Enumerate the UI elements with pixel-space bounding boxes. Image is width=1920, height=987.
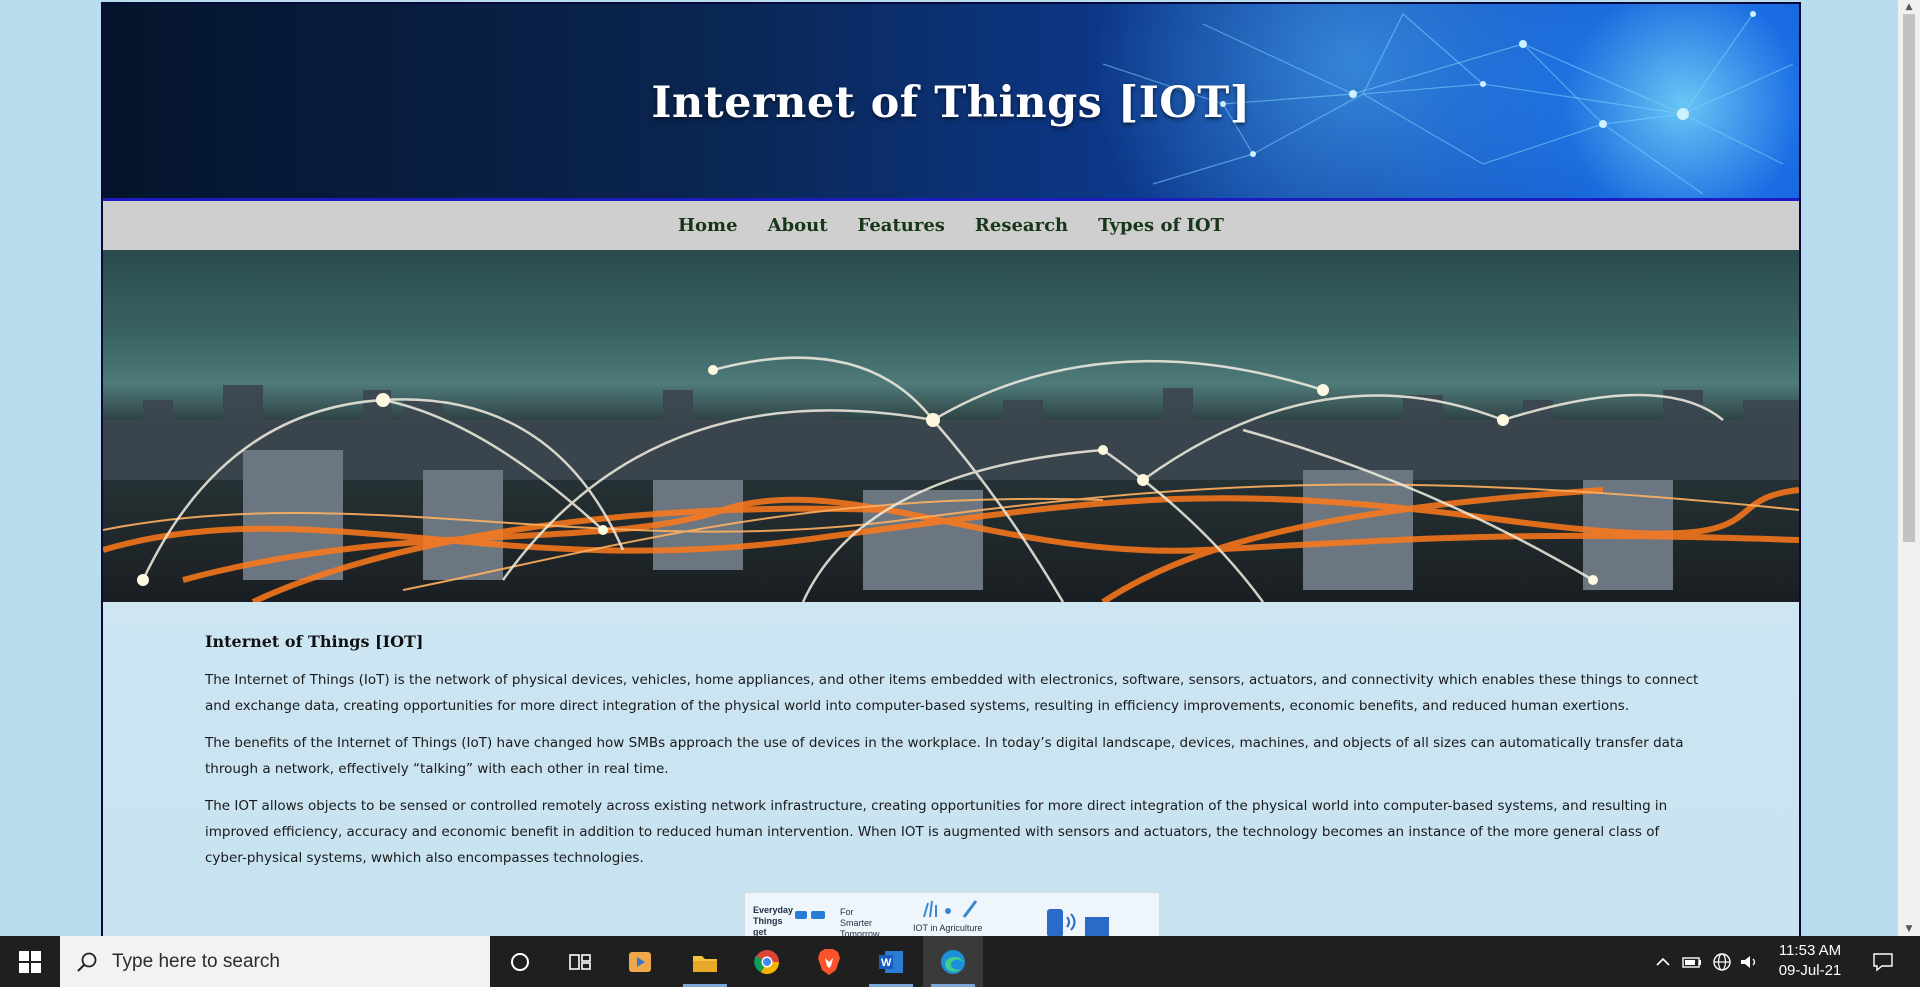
nav-types-of-iot[interactable]: Types of IOT	[1083, 215, 1239, 236]
network-globe-icon[interactable]	[1710, 936, 1734, 987]
header-banner: Internet of Things [IOT]	[103, 4, 1799, 201]
task-view-icon[interactable]	[550, 936, 610, 987]
file-explorer-icon[interactable]	[675, 936, 735, 987]
show-hidden-icons-chevron-icon[interactable]	[1652, 936, 1674, 987]
system-clock[interactable]: 11:53 AM 09-Jul-21	[1765, 941, 1855, 981]
word-icon[interactable]: W	[861, 936, 921, 987]
brave-icon[interactable]	[799, 936, 859, 987]
paragraph-intro: The Internet of Things (IoT) is the netw…	[205, 672, 1699, 714]
chrome-icon[interactable]	[737, 936, 797, 987]
windows-start-icon[interactable]	[0, 936, 60, 987]
page-title: Internet of Things [IOT]	[651, 78, 1251, 128]
smartphone-icon	[1045, 907, 1115, 937]
paragraph-benefits: The benefits of the Internet of Things (…	[205, 735, 1684, 777]
infographic-label-tomorrow: For Smarter Tomorrow	[840, 907, 880, 938]
nav-features[interactable]: Features	[843, 215, 960, 236]
scroll-up-icon[interactable]: ▲	[1898, 0, 1920, 14]
windows-taskbar: Type here to search W 11:53 AM 09-Jul-21	[0, 936, 1920, 987]
clock-date: 09-Jul-21	[1778, 962, 1842, 979]
nav-research[interactable]: Research	[960, 215, 1083, 236]
infographic-label-agriculture: IOT in Agriculture	[913, 923, 983, 933]
hero-city-image	[103, 250, 1799, 602]
clock-time: 11:53 AM	[1778, 942, 1842, 959]
edge-icon[interactable]	[923, 936, 983, 987]
scrollbar-thumb[interactable]	[1903, 14, 1915, 542]
main-nav: Home About Features Research Types of IO…	[103, 201, 1799, 250]
taskbar-search-box[interactable]: Type here to search	[60, 936, 490, 987]
media-player-icon[interactable]	[610, 936, 670, 987]
iot-infographic-image: Everyday Things get connected For Smarte…	[744, 892, 1160, 938]
volume-icon[interactable]	[1737, 936, 1761, 987]
nav-home[interactable]: Home	[663, 215, 753, 236]
search-icon	[77, 952, 97, 972]
nav-about[interactable]: About	[753, 215, 843, 236]
infographic-label-everyday: Everyday Things get connected	[753, 905, 794, 937]
paragraph-remote-control: The IOT allows objects to be sensed or c…	[205, 798, 1668, 866]
search-placeholder: Type here to search	[112, 950, 280, 972]
page-container: Internet of Things [IOT] Home About Feat…	[101, 2, 1801, 938]
plug-icon	[793, 907, 829, 923]
main-content: Internet of Things [IOT] The Internet of…	[205, 632, 1705, 882]
page-scrollbar[interactable]: ▲ ▼	[1898, 0, 1920, 936]
plant-icon	[920, 897, 980, 919]
content-heading: Internet of Things [IOT]	[205, 632, 424, 651]
svg-text:W: W	[881, 957, 892, 969]
scroll-down-icon[interactable]: ▼	[1898, 922, 1920, 936]
battery-icon[interactable]	[1680, 936, 1704, 987]
notification-center-icon[interactable]	[1863, 936, 1903, 987]
cortana-icon[interactable]	[490, 936, 550, 987]
